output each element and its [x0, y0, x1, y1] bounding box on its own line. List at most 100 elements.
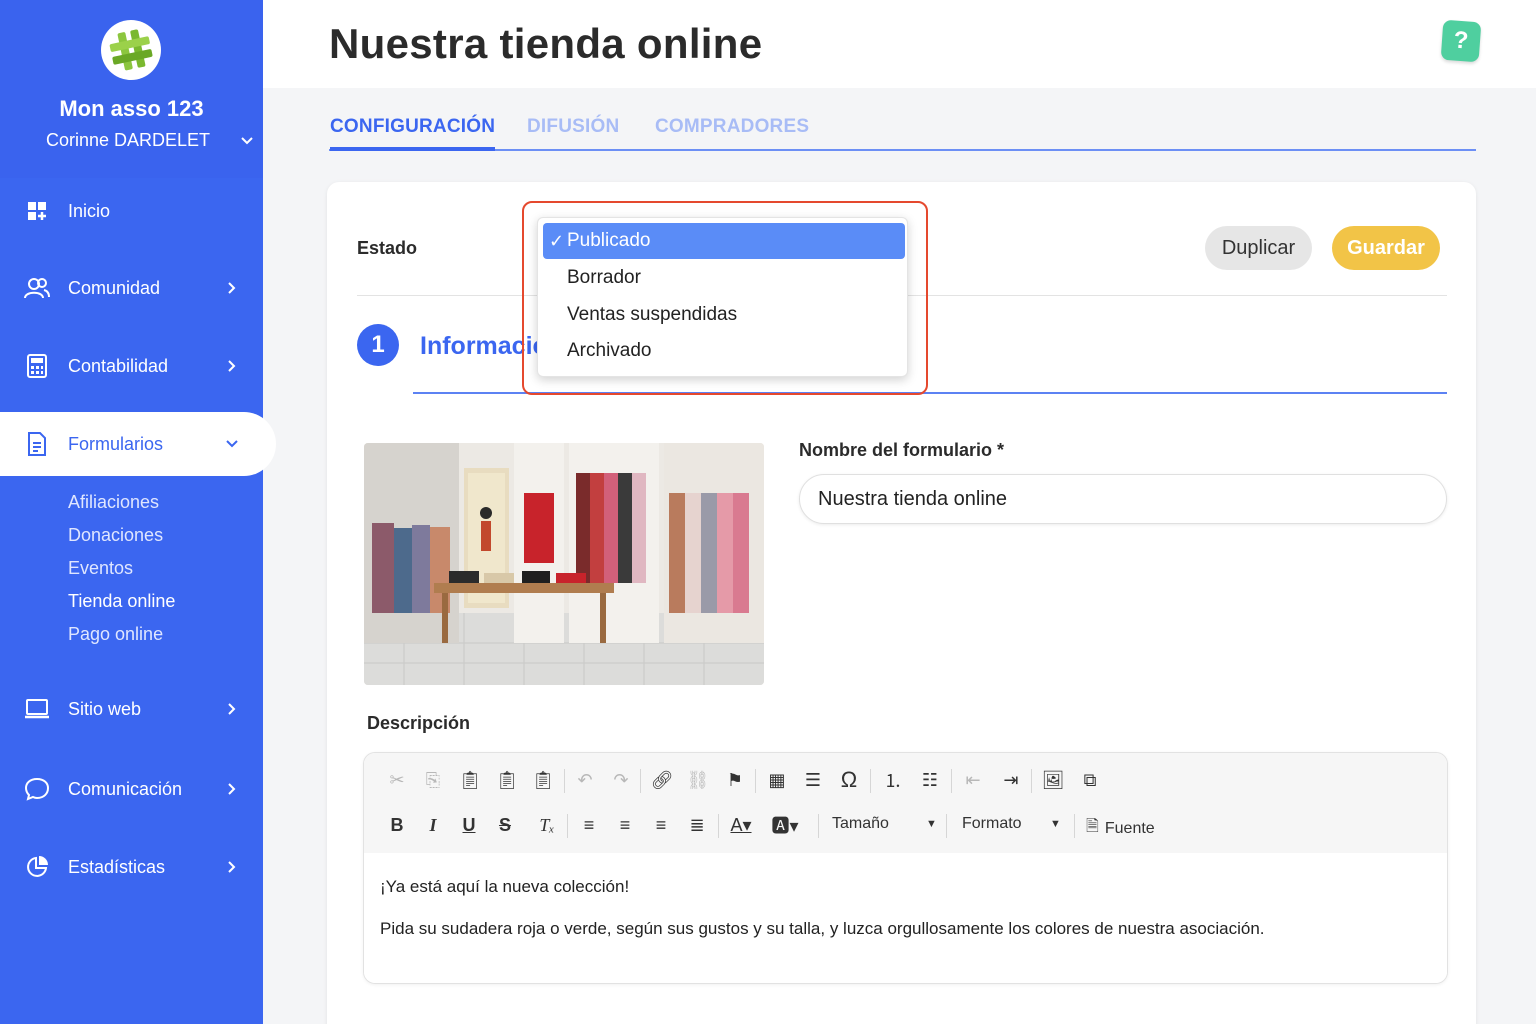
source-button[interactable]: 🗎 Fuente [1086, 815, 1155, 842]
option-label: Borrador [567, 267, 641, 288]
underline-icon[interactable]: U [456, 812, 482, 838]
paste-text-icon[interactable]: 📋︎ [494, 767, 520, 793]
align-left-icon[interactable]: ≡ [576, 812, 602, 838]
nav-label: Contabilidad [68, 355, 169, 376]
align-right-icon[interactable]: ≡ [648, 812, 674, 838]
sub-item-tienda-online[interactable]: Tienda online [68, 591, 175, 612]
toolbar-separator [951, 769, 952, 793]
nav-label: Sitio web [68, 698, 142, 719]
nav-item-estadisticas[interactable]: Estadísticas [0, 836, 263, 898]
toolbar-separator [818, 814, 819, 838]
tab-difusion[interactable]: DIFUSIÓN [527, 116, 619, 151]
align-center-icon[interactable]: ≡ [612, 812, 638, 838]
laptop-icon [24, 696, 50, 722]
special-char-icon[interactable]: Ω [836, 767, 862, 793]
tab-compradores[interactable]: COMPRADORES [655, 116, 809, 151]
sub-item-pago-online[interactable]: Pago online [68, 624, 163, 645]
checkmark-icon: ✓ [549, 230, 565, 251]
nav-item-comunicacion[interactable]: Comunicación [0, 758, 263, 820]
toolbar-separator [870, 769, 871, 793]
estado-option-publicado[interactable]: ✓ Publicado [543, 223, 905, 259]
image-icon[interactable]: 🖼︎ [1040, 767, 1066, 793]
description-label: Descripción [367, 713, 471, 733]
unlink-icon[interactable]: ⛓ [685, 767, 711, 793]
duplicate-button[interactable]: Duplicar [1205, 226, 1312, 270]
toolbar-separator [564, 769, 565, 793]
link-icon[interactable]: 🔗︎ [649, 767, 675, 793]
option-label: Archivado [567, 340, 652, 361]
caret-down-icon: ▼ [1050, 818, 1061, 830]
bold-icon[interactable]: B [384, 812, 410, 838]
pie-chart-icon [24, 854, 50, 880]
tab-configuracion[interactable]: CONFIGURACIÓN [330, 116, 496, 151]
nav-item-sitio-web[interactable]: Sitio web [0, 678, 263, 740]
hash-logo-icon [109, 29, 153, 71]
editor-toolbar: ✂ ⎘ 📋︎ 📋︎ 📋︎ ↶ ↷ 🔗︎ ⛓ ⚑ ▦ ☰ Ω ⒈ ☷ ⇤ ⇥ 🖼︎… [364, 753, 1447, 853]
format-select[interactable]: Formato ▼ [962, 815, 1066, 833]
table-icon[interactable]: ▦ [764, 767, 790, 793]
nav-item-comunidad[interactable]: Comunidad [0, 257, 263, 319]
source-label: Fuente [1104, 819, 1155, 837]
remove-format-icon[interactable]: Tₓ [534, 812, 560, 838]
editor-content[interactable]: ¡Ya está aquí la nueva colección! Pida s… [364, 853, 1447, 983]
toolbar-separator [640, 769, 641, 793]
cut-icon[interactable]: ✂ [384, 767, 410, 793]
store-image[interactable] [364, 443, 764, 685]
chevron-right-icon [224, 781, 240, 797]
chevron-down-icon [224, 436, 240, 452]
chevron-right-icon [224, 280, 240, 296]
estado-dropdown-menu: ✓ Publicado Borrador Ventas suspendidas … [537, 217, 908, 377]
estado-option-ventas-suspendidas[interactable]: Ventas suspendidas [543, 297, 905, 333]
estado-option-borrador[interactable]: Borrador [543, 260, 905, 296]
indent-icon[interactable]: ⇥ [998, 767, 1024, 793]
option-label: Publicado [567, 230, 651, 251]
bullet-list-icon[interactable]: ☷ [917, 767, 943, 793]
page-title: Nuestra tienda online [329, 20, 763, 67]
font-size-label: Tamaño [832, 815, 889, 832]
nav-item-formularios[interactable]: Formularios [0, 412, 276, 476]
nav-label: Comunicación [68, 778, 183, 799]
org-logo[interactable] [101, 20, 161, 80]
chat-icon [24, 776, 50, 802]
top-bar: Nuestra tienda online ? [263, 0, 1536, 88]
nav-label: Comunidad [68, 277, 161, 298]
horizontal-line-icon[interactable]: ☰ [800, 767, 826, 793]
italic-icon[interactable]: I [420, 812, 446, 838]
nav-item-contabilidad[interactable]: Contabilidad [0, 335, 263, 397]
outdent-icon[interactable]: ⇤ [960, 767, 986, 793]
save-button[interactable]: Guardar [1332, 226, 1440, 270]
format-label: Formato [962, 815, 1022, 832]
paste-word-icon[interactable]: 📋︎ [530, 767, 556, 793]
sidebar-header: Mon asso 123 Corinne DARDELET [0, 0, 263, 178]
chevron-right-icon [224, 358, 240, 374]
sub-item-donaciones[interactable]: Donaciones [68, 525, 163, 546]
text-color-icon[interactable]: A▾ [728, 812, 754, 838]
redo-icon[interactable]: ↷ [608, 767, 634, 793]
help-button[interactable]: ? [1440, 19, 1482, 63]
org-name: Mon asso 123 [59, 96, 204, 121]
description-paragraph: Pida su sudadera roja o verde, según sus… [380, 919, 1265, 938]
paste-icon[interactable]: 📋︎ [457, 767, 483, 793]
form-name-label: Nombre del formulario * [799, 440, 1005, 460]
font-size-select[interactable]: Tamaño ▼ [832, 815, 940, 833]
background-color-icon[interactable]: 🅰︎▾ [771, 812, 798, 838]
copy-icon[interactable]: ⎘ [420, 767, 446, 793]
sub-item-afiliaciones[interactable]: Afiliaciones [68, 492, 159, 513]
strikethrough-icon[interactable]: S [492, 812, 518, 838]
nav-label: Inicio [68, 200, 111, 221]
tab-bar: CONFIGURACIÓN DIFUSIÓN COMPRADORES [329, 116, 1476, 151]
form-name-input[interactable] [799, 474, 1447, 524]
toolbar-separator [1074, 814, 1075, 838]
nav-label: Estadísticas [68, 856, 166, 877]
iframe-icon[interactable]: ⧉ [1077, 767, 1103, 793]
user-menu[interactable]: Corinne DARDELET [46, 130, 254, 151]
sub-item-eventos[interactable]: Eventos [68, 558, 133, 579]
sidebar: Mon asso 123 Corinne DARDELET Inicio Com… [0, 0, 276, 1024]
justify-icon[interactable]: ≣ [684, 812, 710, 838]
rich-text-editor: ✂ ⎘ 📋︎ 📋︎ 📋︎ ↶ ↷ 🔗︎ ⛓ ⚑ ▦ ☰ Ω ⒈ ☷ ⇤ ⇥ 🖼︎… [363, 752, 1448, 984]
anchor-flag-icon[interactable]: ⚑ [722, 767, 748, 793]
nav-item-inicio[interactable]: Inicio [0, 180, 263, 242]
numbered-list-icon[interactable]: ⒈ [880, 767, 906, 793]
estado-option-archivado[interactable]: Archivado [543, 333, 905, 369]
undo-icon[interactable]: ↶ [572, 767, 598, 793]
